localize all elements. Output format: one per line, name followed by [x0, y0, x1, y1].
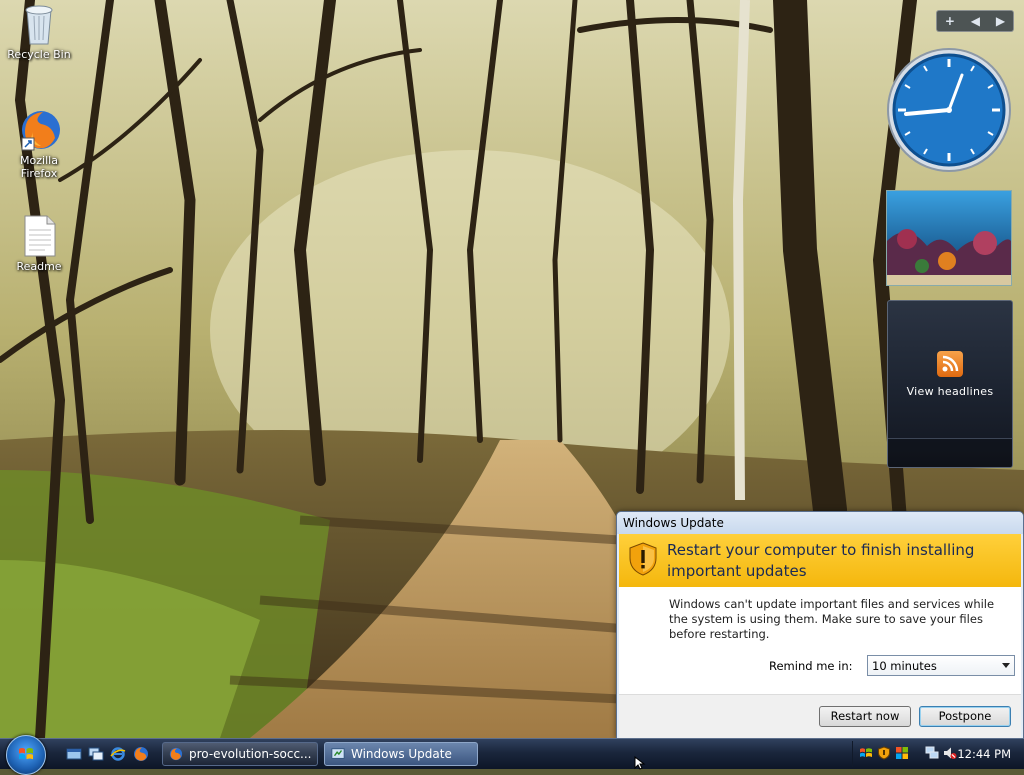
text-document-icon — [19, 214, 59, 258]
dialog-title: Windows Update — [617, 512, 1023, 534]
taskbar-item-firefox[interactable]: pro-evolution-socc... — [162, 742, 318, 766]
firefox-label: Mozilla Firefox — [20, 154, 58, 180]
remind-interval-value: 10 minutes — [872, 659, 937, 673]
taskbar-clock[interactable]: 12:44 PM — [957, 747, 1011, 761]
rss-feed-icon — [937, 351, 963, 377]
remind-me-label: Remind me in: — [769, 659, 853, 673]
view-headlines-link[interactable]: View headlines — [888, 385, 1012, 398]
dialog-message: Windows can't update important files and… — [669, 597, 995, 641]
feed-gadget-footer — [888, 438, 1012, 467]
start-button[interactable] — [6, 735, 46, 775]
restart-now-button[interactable]: Restart now — [819, 706, 911, 727]
firefox-shortcut[interactable]: Mozilla Firefox — [1, 108, 77, 180]
taskbar: pro-evolution-socc... Windows Update 12:… — [0, 735, 1024, 775]
dialog-body: Windows can't update important files and… — [619, 587, 1021, 694]
add-gadget-button[interactable]: + — [945, 14, 955, 28]
slideshow-gadget[interactable] — [886, 190, 1012, 286]
previous-page-icon[interactable]: ◀ — [971, 14, 980, 28]
windows-flag-icon[interactable] — [895, 746, 909, 760]
sidebar-gadget-toolbar: + ◀ ▶ — [936, 10, 1014, 32]
recycle-bin-shortcut[interactable]: Recycle Bin — [1, 2, 77, 61]
firefox-icon — [169, 747, 183, 761]
notification-area: 12:44 PM — [852, 741, 1024, 767]
remind-interval-dropdown[interactable]: 10 minutes — [867, 655, 1015, 676]
network-icon[interactable] — [925, 746, 939, 760]
taskbar-item-label: Windows Update — [351, 747, 452, 761]
dialog-headline: Restart your computer to finish installi… — [667, 541, 975, 580]
recycle-bin-label: Recycle Bin — [7, 48, 71, 61]
readme-label: Readme — [16, 260, 62, 273]
security-shield-icon — [628, 542, 658, 576]
dropdown-arrow-icon — [1002, 663, 1010, 668]
next-page-icon[interactable]: ▶ — [996, 14, 1005, 28]
security-center-icon[interactable] — [877, 746, 891, 760]
feed-headlines-gadget[interactable]: View headlines — [887, 300, 1013, 468]
postpone-button[interactable]: Postpone — [919, 706, 1011, 727]
windows-update-icon — [331, 748, 345, 759]
restart-banner: Restart your computer to finish installi… — [619, 534, 1021, 587]
taskbar-item-label: pro-evolution-socc... — [189, 747, 312, 761]
switch-windows-icon[interactable] — [88, 746, 104, 762]
windows-logo-icon — [19, 748, 33, 760]
windows-update-tray-icon[interactable] — [859, 746, 873, 760]
readme-shortcut[interactable]: Readme — [1, 214, 77, 273]
recycle-bin-icon — [19, 2, 59, 46]
taskbar-item-windows-update[interactable]: Windows Update — [324, 742, 478, 766]
internet-explorer-icon[interactable] — [110, 746, 126, 762]
windows-update-dialog: Windows Update Restart your computer to … — [616, 511, 1024, 739]
firefox-icon — [19, 108, 60, 152]
dialog-footer: Restart now Postpone — [619, 694, 1021, 739]
firefox-quicklaunch-icon[interactable] — [133, 746, 149, 762]
volume-muted-icon[interactable] — [943, 746, 957, 760]
clock-gadget[interactable] — [886, 47, 1012, 173]
show-desktop-icon[interactable] — [66, 746, 82, 762]
